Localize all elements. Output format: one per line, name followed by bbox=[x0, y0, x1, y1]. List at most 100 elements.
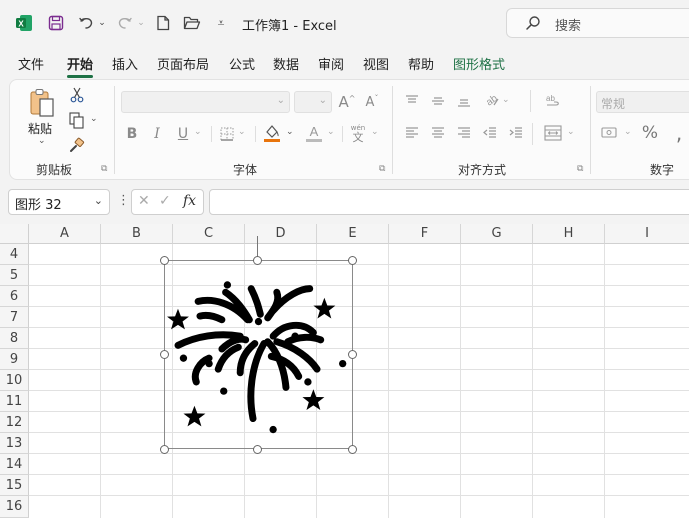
row-header[interactable]: 11 bbox=[0, 391, 29, 412]
font-size-select[interactable]: ⌄ bbox=[294, 91, 332, 113]
increase-font-size-icon[interactable]: A ^ bbox=[337, 92, 357, 112]
comma-style-icon[interactable]: , bbox=[670, 121, 688, 145]
column-header-b[interactable]: B bbox=[101, 224, 173, 244]
paste-dropdown-icon[interactable]: ⌄ bbox=[38, 136, 46, 146]
phonetic-guide-icon[interactable]: wén 文 bbox=[348, 123, 368, 145]
save-icon[interactable] bbox=[46, 13, 66, 33]
font-color-icon[interactable]: A bbox=[304, 122, 324, 144]
borders-icon[interactable] bbox=[218, 124, 236, 144]
undo-icon[interactable] bbox=[76, 13, 96, 33]
italic-icon[interactable]: I bbox=[149, 124, 165, 144]
tab-review[interactable]: 审阅 bbox=[318, 54, 344, 73]
tab-home[interactable]: 开始 bbox=[67, 54, 94, 78]
row-header[interactable]: 8 bbox=[0, 328, 29, 349]
row-header[interactable]: 12 bbox=[0, 412, 29, 433]
formula-input[interactable] bbox=[209, 189, 689, 215]
merge-center-icon[interactable] bbox=[542, 123, 564, 143]
row-header[interactable]: 14 bbox=[0, 454, 29, 475]
decrease-indent-icon[interactable] bbox=[481, 124, 499, 142]
resize-handle-bottom-left[interactable] bbox=[160, 445, 169, 454]
copy-dropdown-icon[interactable]: ⌄ bbox=[90, 114, 98, 124]
tab-view[interactable]: 视图 bbox=[363, 54, 389, 73]
redo-icon[interactable] bbox=[115, 13, 135, 33]
alignment-launcher-icon[interactable]: ⧉ bbox=[577, 164, 583, 174]
font-color-dropdown-icon[interactable]: ⌄ bbox=[327, 127, 335, 137]
resize-handle-top-right[interactable] bbox=[348, 256, 357, 265]
resize-handle-bottom[interactable] bbox=[253, 445, 262, 454]
tab-help[interactable]: 帮助 bbox=[408, 54, 434, 73]
row-header[interactable]: 10 bbox=[0, 370, 29, 391]
accounting-dropdown-icon[interactable]: ⌄ bbox=[624, 127, 632, 137]
align-right-icon[interactable] bbox=[455, 124, 473, 142]
row-header[interactable]: 15 bbox=[0, 475, 29, 496]
tab-page-layout[interactable]: 页面布局 bbox=[157, 54, 209, 73]
font-launcher-icon[interactable]: ⧉ bbox=[379, 164, 385, 174]
tab-shape-format[interactable]: 图形格式 bbox=[453, 54, 505, 73]
name-box[interactable]: 图形 32 ⌄ bbox=[8, 189, 110, 215]
align-center-icon[interactable] bbox=[429, 124, 447, 142]
resize-handle-top-left[interactable] bbox=[160, 256, 169, 265]
tab-data[interactable]: 数据 bbox=[273, 54, 299, 73]
enter-check-icon[interactable]: ✓ bbox=[159, 193, 171, 209]
select-all-corner[interactable] bbox=[0, 224, 29, 244]
search-box[interactable]: 搜索 bbox=[506, 8, 689, 38]
row-header[interactable]: 7 bbox=[0, 307, 29, 328]
copy-icon[interactable] bbox=[67, 111, 87, 129]
align-left-icon[interactable] bbox=[403, 124, 421, 142]
paste-icon[interactable] bbox=[26, 86, 60, 120]
paste-label[interactable]: 粘贴 bbox=[28, 120, 52, 137]
cancel-icon[interactable]: ✕ bbox=[138, 193, 150, 209]
number-format-select[interactable]: 常规 bbox=[596, 91, 689, 113]
merge-dropdown-icon[interactable]: ⌄ bbox=[567, 127, 575, 137]
customize-toolbar-icon[interactable]: ⩡ bbox=[214, 13, 228, 33]
align-middle-icon[interactable] bbox=[429, 92, 447, 110]
fill-color-icon[interactable] bbox=[262, 122, 282, 144]
borders-dropdown-icon[interactable]: ⌄ bbox=[238, 127, 246, 137]
open-folder-icon[interactable] bbox=[182, 13, 202, 33]
new-file-icon[interactable] bbox=[154, 13, 172, 33]
column-header-g[interactable]: G bbox=[461, 224, 533, 244]
orientation-dropdown-icon[interactable]: ⌄ bbox=[502, 95, 510, 105]
more-options-icon[interactable]: ⋮ bbox=[117, 193, 130, 208]
column-header-f[interactable]: F bbox=[389, 224, 461, 244]
percent-style-icon[interactable]: % bbox=[640, 122, 660, 144]
font-name-select[interactable]: ⌄ bbox=[121, 91, 290, 113]
chevron-down-icon[interactable]: ⌄ bbox=[94, 194, 103, 207]
align-bottom-icon[interactable] bbox=[455, 92, 473, 110]
tab-insert[interactable]: 插入 bbox=[112, 54, 138, 73]
column-header-h[interactable]: H bbox=[533, 224, 605, 244]
wrap-text-icon[interactable]: ab bbox=[543, 91, 563, 111]
increase-indent-icon[interactable] bbox=[507, 124, 525, 142]
clipboard-launcher-icon[interactable]: ⧉ bbox=[101, 164, 107, 174]
row-header[interactable]: 9 bbox=[0, 349, 29, 370]
underline-icon[interactable]: U bbox=[175, 124, 191, 144]
underline-dropdown-icon[interactable]: ⌄ bbox=[194, 127, 202, 137]
orientation-icon[interactable]: ab bbox=[480, 91, 500, 111]
row-header[interactable]: 13 bbox=[0, 433, 29, 454]
resize-handle-right[interactable] bbox=[348, 350, 357, 359]
column-header-d[interactable]: D bbox=[245, 224, 317, 244]
column-header-a[interactable]: A bbox=[29, 224, 101, 244]
shape-selection-frame[interactable] bbox=[164, 260, 353, 449]
column-header-i[interactable]: I bbox=[605, 224, 689, 244]
redo-dropdown-icon[interactable]: ⌄ bbox=[136, 13, 146, 33]
resize-handle-top[interactable] bbox=[253, 256, 262, 265]
fill-color-dropdown-icon[interactable]: ⌄ bbox=[286, 127, 294, 137]
accounting-format-icon[interactable] bbox=[599, 123, 621, 143]
column-header-e[interactable]: E bbox=[317, 224, 389, 244]
resize-handle-left[interactable] bbox=[160, 350, 169, 359]
insert-function-icon[interactable]: fx bbox=[183, 193, 196, 209]
phonetic-dropdown-icon[interactable]: ⌄ bbox=[371, 127, 379, 137]
decrease-font-size-icon[interactable]: Aˇ bbox=[362, 92, 382, 112]
format-painter-icon[interactable] bbox=[68, 136, 86, 154]
row-header[interactable]: 16 bbox=[0, 496, 29, 518]
align-top-icon[interactable] bbox=[403, 92, 421, 110]
resize-handle-bottom-right[interactable] bbox=[348, 445, 357, 454]
fireworks-icon[interactable] bbox=[167, 263, 350, 446]
cut-icon[interactable] bbox=[68, 86, 86, 104]
bold-icon[interactable]: B bbox=[124, 124, 140, 144]
row-header[interactable]: 6 bbox=[0, 286, 29, 307]
worksheet[interactable]: A B C D E F G H I 4 5 6 7 8 9 10 11 12 1… bbox=[0, 224, 689, 518]
row-header[interactable]: 5 bbox=[0, 265, 29, 286]
tab-file[interactable]: 文件 bbox=[18, 54, 44, 73]
